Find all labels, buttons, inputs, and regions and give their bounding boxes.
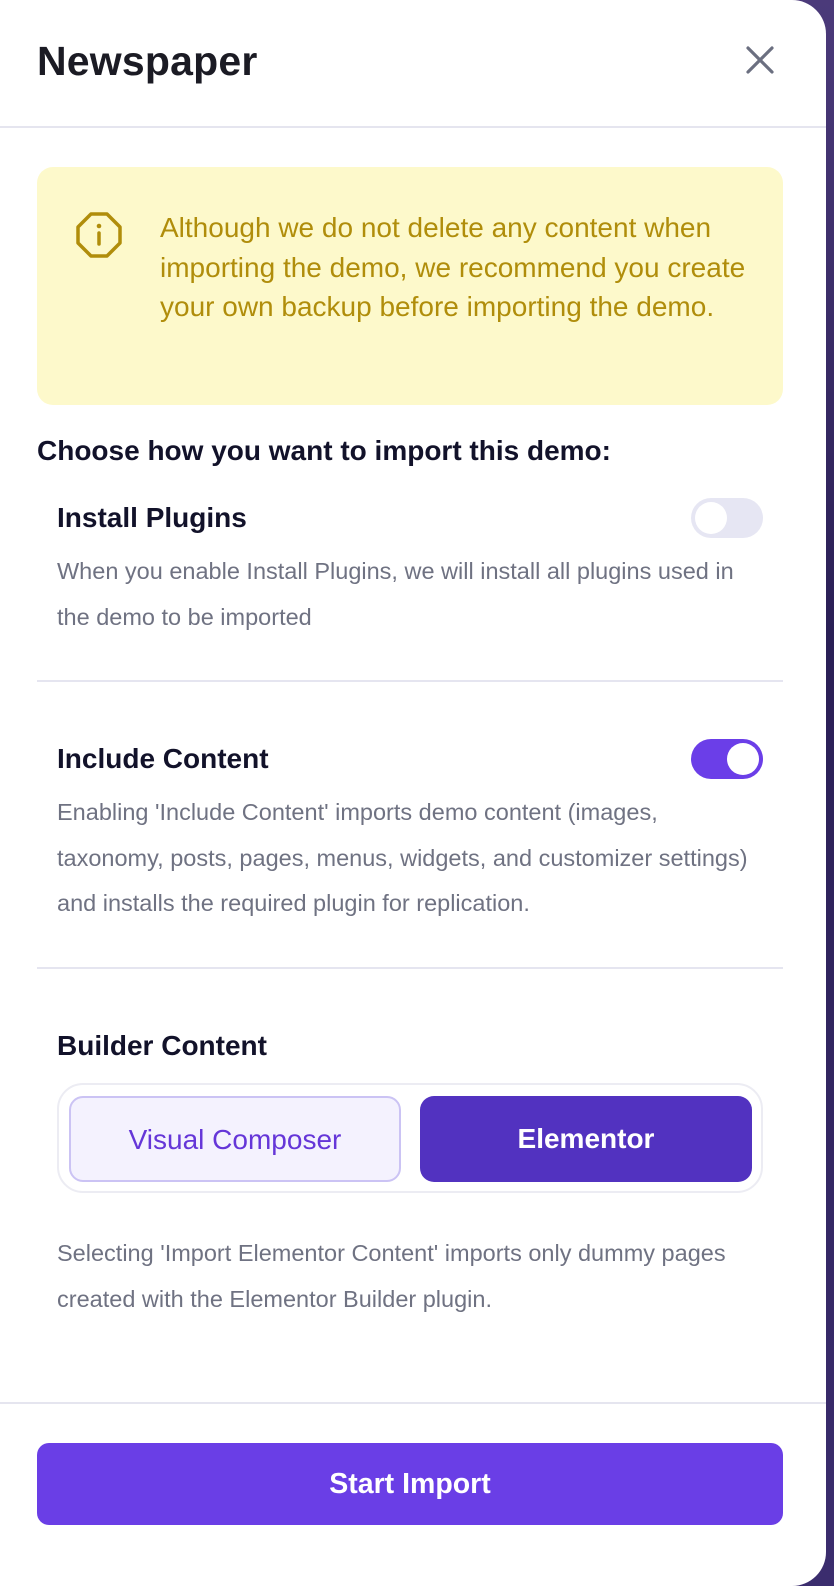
divider [37,680,783,682]
builder-content-description: Selecting 'Import Elementor Content' imp… [57,1240,726,1312]
include-content-toggle[interactable] [691,739,763,779]
dialog-title: Newspaper [37,38,258,84]
info-octagon-icon [75,211,123,259]
import-demo-dialog: Newspaper Although we do not delete any … [0,0,826,1586]
builder-selector: Visual Composer Elementor [57,1083,763,1193]
builder-content-title: Builder Content [57,1030,267,1061]
elementor-option[interactable]: Elementor [420,1096,752,1182]
include-content-title: Include Content [57,743,269,774]
install-plugins-title: Install Plugins [57,502,247,533]
toggle-knob [727,743,759,775]
backup-warning-notice: Although we do not delete any content wh… [37,167,783,405]
toggle-knob [695,502,727,534]
include-content-description: Enabling 'Include Content' imports demo … [57,799,748,916]
install-plugins-toggle[interactable] [691,498,763,538]
start-import-button[interactable]: Start Import [37,1443,783,1525]
notice-text: Although we do not delete any content wh… [160,212,746,322]
dialog-header: Newspaper [0,0,826,128]
divider [37,967,783,969]
footer-divider [0,1402,826,1404]
import-options-heading: Choose how you want to import this demo: [37,435,611,466]
close-icon [746,46,774,74]
install-plugins-description: When you enable Install Plugins, we will… [57,558,734,630]
visual-composer-option[interactable]: Visual Composer [69,1096,401,1182]
close-button[interactable] [738,38,782,82]
